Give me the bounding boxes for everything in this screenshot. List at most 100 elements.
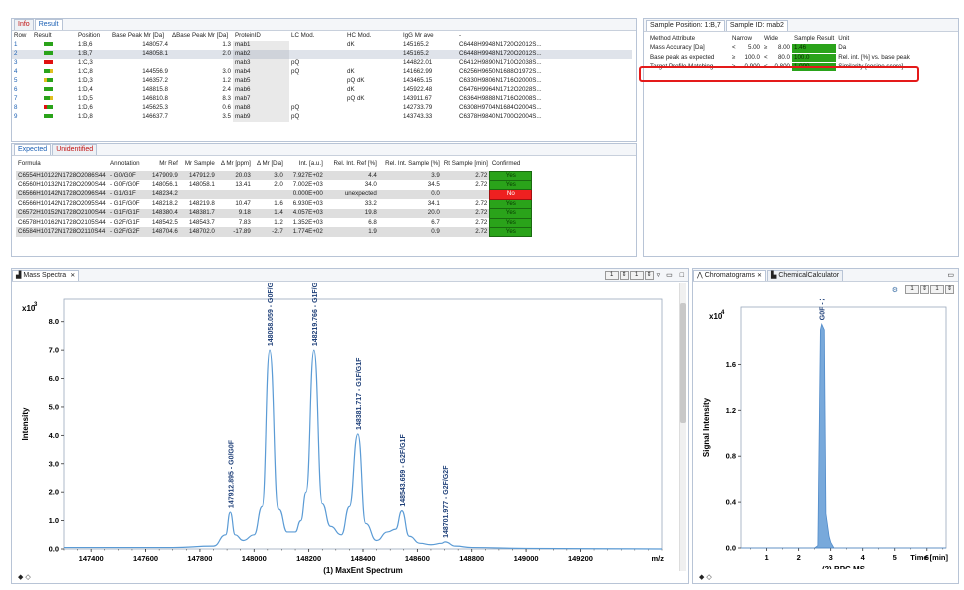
maximize-icon[interactable]: □ <box>680 272 684 279</box>
row-number: 6 <box>14 86 18 94</box>
table-row[interactable]: C6578H10162N1728O2105S44 - G2F/G1F 148542.… <box>16 217 533 228</box>
spinner-arrows-icon[interactable]: ⇕ <box>920 285 929 294</box>
tab-result[interactable]: Result <box>34 19 63 30</box>
col-header[interactable]: Rel. Int. Sample [%] <box>379 158 442 171</box>
tab-mass-spectra-label: Mass Spectra <box>23 271 67 279</box>
confirmed-badge: Yes <box>489 217 533 228</box>
y-tick-label: 5.0 <box>49 402 59 411</box>
y-tick-label: 3.0 <box>49 459 59 468</box>
close-icon[interactable]: ✕ <box>757 272 762 280</box>
table-row[interactable]: 8 1:D,6 145625.3 0.6 mab8 pQ 142733.79 C6308H97… <box>12 104 632 113</box>
minimize-icon[interactable]: ▭ <box>947 271 954 279</box>
col-header[interactable]: Unit <box>836 35 912 44</box>
col-header[interactable]: Mr Sample <box>180 158 217 171</box>
spinner-1[interactable]: 1 <box>604 270 619 280</box>
method-row[interactable]: Base peak as expected ≥100.0 <80.0 100.0 Rel… <box>648 53 912 63</box>
tab-info[interactable]: Info <box>14 19 34 30</box>
tab-unidentified[interactable]: Unidentified <box>52 144 98 155</box>
col-header[interactable]: Rt Sample [min] <box>442 158 490 171</box>
tab-mass-spectra[interactable]: ▟ Mass Spectra ✕ <box>12 269 80 281</box>
base-peak-cell: 144556.9 <box>142 68 168 76</box>
hc-mod-cell <box>345 50 401 59</box>
chromatogram-chart[interactable]: 0.00.40.81.21.61 2 3 4 5 6G0F - 2.72x104Signa… <box>693 299 958 569</box>
table-row[interactable]: C6566H10142N1728O2095S44 - G1F/G0F 148218.… <box>16 198 533 210</box>
scrollbar[interactable] <box>679 283 686 571</box>
col-header[interactable]: LC Mod. <box>289 32 345 41</box>
rt-sample-cell: 2.72 <box>475 218 488 226</box>
tab-chromatograms-label: Chromatograms <box>704 271 755 279</box>
col-header[interactable]: ProteinID <box>233 32 289 41</box>
col-header[interactable]: Rel. Int. Ref [%] <box>325 158 379 171</box>
spinner-arrows-icon[interactable]: ⇕ <box>644 270 654 280</box>
table-row[interactable]: 1 1:B,6 148057.4 1.3 mab1 dK 145165.2 C6448H994… <box>12 41 632 50</box>
table-row[interactable]: C6572H10152N1728O2100S44 - G1F/G1F 148380.… <box>16 208 533 219</box>
col-header[interactable]: Δ Mr [ppm] <box>217 158 253 171</box>
col-header[interactable]: Sample Result <box>792 35 836 44</box>
intensity-cell: 7.002E+03 <box>292 180 323 188</box>
narrow-op-cell: < <box>732 44 736 52</box>
col-header[interactable]: ΔBase Peak Mr [Da] <box>170 32 233 41</box>
table-row[interactable]: 9 1:D,8 146637.7 3.5 mab9 pQ 143743.33 C6378H98… <box>12 113 632 122</box>
minimize-icon[interactable]: ▭ <box>666 271 673 279</box>
delta-da-cell: 1.4 <box>274 209 283 217</box>
mass-spectrum-chart[interactable]: 0.0 1.0 2.0 3.0 4.0 5.0 6.0 7.0 8.0 147400 147600 1… <box>12 283 688 583</box>
rel-int-sample-cell: 34.5 <box>427 180 440 188</box>
col-header[interactable]: HC Mod. <box>345 32 401 41</box>
lc-mod-cell: pQ <box>291 104 300 112</box>
method-row[interactable]: Mass Accuracy [Da] <5.00 ≥8.00 1.46 Da <box>648 44 912 54</box>
table-row[interactable]: 2 1:B,7 148058.1 2.0 mab2 145165.2 C6448H9948N… <box>12 50 632 59</box>
col-header[interactable]: Confirmed <box>490 158 532 171</box>
spinner-2[interactable]: 1 <box>930 285 944 294</box>
settings-icon[interactable]: ⚙ <box>892 286 898 294</box>
table-row[interactable]: 4 1:C,8 144556.9 3.0 mab4 pQ dK 141662.99 C6256H… <box>12 68 632 77</box>
table-row[interactable]: C6584H10172N1728O2110S44 - G2F/G2F 148704.… <box>16 226 533 238</box>
col-header[interactable]: Position <box>76 32 110 41</box>
igg-mr-cell: 143743.33 <box>403 113 433 121</box>
igg-mr-cell: 143465.15 <box>403 77 433 85</box>
tab-chromatograms[interactable]: ⋀ Chromatograms ✕ <box>693 269 766 281</box>
table-row[interactable]: C6560H10132N1728O2090S44 - G0F/G0F 148056.… <box>16 179 533 191</box>
result-status-icon <box>44 87 53 92</box>
intensity-cell: 6.930E+03 <box>292 199 323 207</box>
table-row[interactable]: 6 1:D,4 148815.8 2.4 mab6 dK 145922.48 C6476H99… <box>12 86 632 95</box>
table-row[interactable]: 3 1:C,3 mab3 pQ 144822.01 C6412H9890N1710O203… <box>12 59 632 68</box>
table-row[interactable]: 5 1:D,3 146357.2 1.2 mab5 pQ dK 143465.15 C6330… <box>12 77 632 86</box>
y-tick-label: 0.4 <box>726 498 737 507</box>
col-header[interactable]: Narrow <box>730 35 762 44</box>
col-header[interactable]: IgG Mr ave <box>401 32 457 41</box>
col-header[interactable]: Result <box>32 32 76 41</box>
peak-label: 148058.059 - G0F/G0F <box>268 283 275 346</box>
spinner-arrows-icon[interactable]: ⇕ <box>945 285 954 294</box>
col-header[interactable]: Base Peak Mr [Da] <box>110 32 170 41</box>
hc-mod-cell: dK <box>347 86 355 94</box>
col-header[interactable]: Formula <box>16 158 108 171</box>
tab-expected[interactable]: Expected <box>14 144 52 155</box>
col-header[interactable]: Wide <box>762 35 792 44</box>
formula-cell: C6364H9888N1716O2008S... <box>459 95 542 103</box>
rel-int-sample-cell: 3.9 <box>431 171 440 179</box>
col-header[interactable]: Δ Mr [Da] <box>253 158 285 171</box>
tab-chemical-calculator[interactable]: ▙ ChemicalCalculator <box>766 269 844 281</box>
nav-arrows-icon[interactable]: ◆ ◇ <box>18 573 31 581</box>
view-menu-icon[interactable]: ▿ <box>657 271 661 279</box>
table-row[interactable]: C6566H10142N1728O2096S44 - G1/G1F 148234.2… <box>16 189 533 200</box>
close-icon[interactable]: ✕ <box>70 272 75 280</box>
col-header[interactable]: Method Attribute <box>648 35 730 44</box>
y-tick-label: 0.8 <box>726 452 736 461</box>
table-row[interactable]: 7 1:D,5 146810.8 8.3 mab7 pQ dK 143911.67 C6364… <box>12 95 632 104</box>
spinner-arrows-icon[interactable]: ⇕ <box>619 270 629 280</box>
peak-label: G0F - 2.72 <box>820 299 827 320</box>
col-header[interactable]: - <box>457 32 632 41</box>
table-row[interactable]: C6554H10122N1728O2086S44 - G0/G0F 147909.9… <box>16 170 533 181</box>
spinner-1[interactable]: 1 <box>905 285 919 294</box>
mr-ref-cell: 148218.2 <box>152 199 178 207</box>
base-peak-cell: 146357.2 <box>142 77 168 85</box>
igg-mr-cell: 145165.2 <box>401 50 457 59</box>
col-header[interactable]: Row <box>12 32 32 41</box>
col-header[interactable]: Annotation <box>108 158 150 171</box>
spinner-2[interactable]: 1 <box>629 270 644 280</box>
nav-arrows-icon[interactable]: ◆ ◇ <box>699 573 712 581</box>
col-header[interactable]: Mr Ref <box>150 158 180 171</box>
lc-mod-cell <box>289 50 345 59</box>
col-header[interactable]: Int. [a.u.] <box>285 158 325 171</box>
